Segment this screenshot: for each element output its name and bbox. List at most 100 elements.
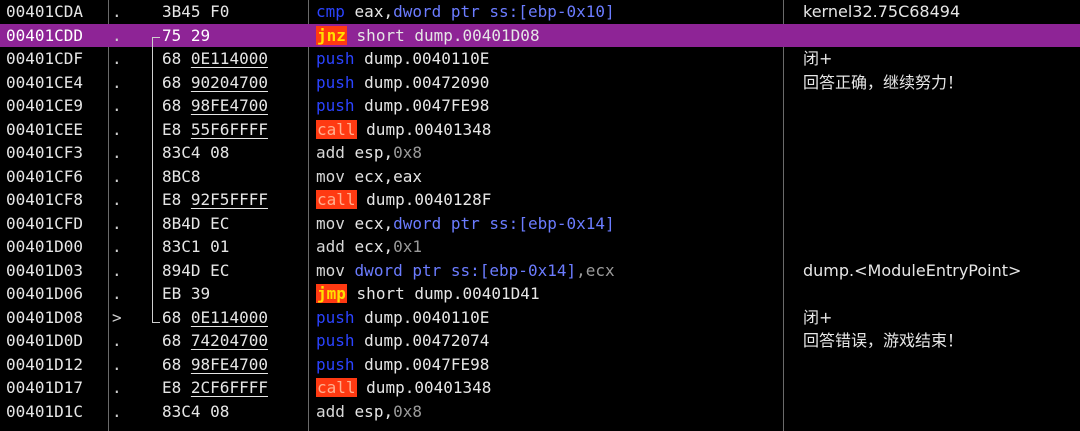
instruction: mov dword ptr ss:[ebp-0x14],ecx <box>316 259 786 283</box>
opcode-byte-group: 68 <box>162 331 191 350</box>
comment <box>803 188 1073 212</box>
opcode-byte-group: 68 <box>162 72 191 92</box>
comment <box>803 24 1073 48</box>
address: 00401CF6 <box>6 166 84 186</box>
operand: dump.0047FE98 <box>364 96 490 115</box>
instruction: push dump.00472090 <box>316 71 786 95</box>
disasm-row[interactable]: 00401CEE. E8 55F6FFFF call dump.00401348 <box>0 118 1080 142</box>
opcode-bytes: 894D EC <box>162 259 302 283</box>
operand: esp, <box>354 143 394 162</box>
instruction: push dump.0040110E <box>316 47 786 71</box>
instruction: call dump.00401348 <box>316 376 786 400</box>
opcode-bytes: 8BC8 <box>162 165 302 189</box>
disasm-row[interactable]: 00401CE4. 68 90204700 push dump.00472090 回答… <box>0 71 1080 95</box>
operand: 0x8 <box>393 401 422 421</box>
mnemonic: add <box>316 401 345 421</box>
disasm-row[interactable]: 00401D06. EB 39 jmp short dump.00401D41 <box>0 282 1080 306</box>
operand: 0x8 <box>393 143 422 162</box>
instruction: mov ecx,eax <box>316 165 786 189</box>
operand: dword ptr ss:[ebp-0x14] <box>393 213 615 233</box>
disasm-row[interactable]: 00401D03. 894D EC mov dword ptr ss:[ebp-0x… <box>0 259 1080 283</box>
comment: 回答错误，游戏结束！ <box>803 331 964 350</box>
disasm-row[interactable]: 00401CF8. E8 92F5FFFF call dump.0040128F <box>0 188 1080 212</box>
comment <box>803 353 1073 377</box>
address: 00401CDA <box>6 2 84 21</box>
instruction: push dump.0040110E <box>316 306 786 330</box>
mnemonic: add <box>316 143 345 162</box>
comment: 回答正确，继续努力！ <box>803 72 964 92</box>
instruction: cmp eax,dword ptr ss:[ebp-0x10] <box>316 0 786 24</box>
disasm-row[interactable]: 00401CF6. 8BC8 mov ecx,eax <box>0 165 1080 189</box>
opcode-bytes: E8 2CF6FFFF <box>162 376 302 400</box>
operand: ecx, <box>354 213 394 233</box>
opcode-bytes: 68 0E114000 <box>162 47 302 71</box>
opcode-bytes: 75 29 <box>162 24 302 48</box>
gutter-mark: . <box>112 260 122 280</box>
operand: 0x1 <box>393 237 422 256</box>
disasm-row[interactable]: 00401D08 >68 0E114000 push dump.0040110E 闭+ <box>0 306 1080 330</box>
instruction: add esp,0x8 <box>316 141 786 165</box>
disasm-row[interactable]: 00401D0D. 68 74204700 push dump.00472074 回答… <box>0 329 1080 353</box>
mnemonic: jnz <box>316 25 347 45</box>
gutter-mark: . <box>112 119 122 139</box>
mnemonic: add <box>316 237 345 256</box>
gutter-mark: > <box>112 307 122 327</box>
opcode-bytes: E8 92F5FFFF <box>162 188 302 212</box>
address: 00401D00 <box>6 237 84 256</box>
disasm-row[interactable]: 00401CDF. 68 0E114000 push dump.0040110E 闭+ <box>0 47 1080 71</box>
disasm-row[interactable]: 00401D17. E8 2CF6FFFF call dump.00401348 <box>0 376 1080 400</box>
instruction: jmp short dump.00401D41 <box>316 282 786 306</box>
disasm-row[interactable]: 00401CF3. 83C4 08 add esp,0x8 <box>0 141 1080 165</box>
mnemonic: push <box>316 331 355 350</box>
opcode-byte-group: 83C4 08 <box>162 143 230 162</box>
mnemonic: push <box>316 307 355 327</box>
operand: dump.0047FE98 <box>364 354 490 374</box>
opcode-byte-group: 0E114000 <box>190 307 268 327</box>
disasm-row[interactable]: 00401D12. 68 98FE4700 push dump.0047FE98 <box>0 353 1080 377</box>
mnemonic: jmp <box>316 284 347 303</box>
gutter-mark: . <box>112 354 122 374</box>
opcode-byte-group: 68 <box>162 354 191 374</box>
gutter-mark: . <box>112 378 122 397</box>
disasm-row[interactable]: 00401CE9. 68 98FE4700 push dump.0047FE98 <box>0 94 1080 118</box>
disasm-row[interactable]: 00401CFD. 8B4D EC mov ecx,dword ptr ss:[eb… <box>0 212 1080 236</box>
mnemonic: mov <box>316 166 345 186</box>
opcode-byte-group: 75 29 <box>162 25 211 45</box>
gutter-mark: . <box>112 166 122 186</box>
opcode-bytes: EB 39 <box>162 282 302 306</box>
disasm-row[interactable]: 00401CDD. 75 29 jnz short dump.00401D08 <box>0 23 1080 48</box>
opcode-byte-group: 68 <box>162 49 191 68</box>
gutter-mark: . <box>112 331 122 350</box>
opcode-bytes: 68 0E114000 <box>162 306 302 330</box>
gutter-mark: . <box>112 190 122 209</box>
opcode-byte-group: 68 <box>162 96 191 115</box>
instruction: call dump.00401348 <box>316 118 786 142</box>
opcode-byte-group: F0 <box>200 2 230 21</box>
opcode-byte-group: 98FE4700 <box>190 354 268 374</box>
address: 00401CE4 <box>6 72 84 92</box>
disassembly-pane[interactable]: 00401CDA. 3B45 F0 cmp eax,dword ptr ss:[eb… <box>0 0 1080 431</box>
comment <box>803 212 1073 236</box>
comment: dump.<ModuleEntryPoint> <box>803 260 1022 280</box>
operand: dword ptr ss:[ebp-0x14] <box>354 260 577 280</box>
operand: ecx, <box>354 237 394 256</box>
jump-arrow-end <box>152 322 160 323</box>
opcode-byte-group: 68 <box>162 307 191 327</box>
opcode-bytes: 83C1 01 <box>162 235 302 259</box>
disasm-row[interactable]: 00401D1C. 83C4 08 add esp,0x8 <box>0 400 1080 424</box>
gutter-mark: . <box>112 49 122 68</box>
instruction: push dump.0047FE98 <box>316 353 786 377</box>
address: 00401CE9 <box>6 96 84 115</box>
disasm-row[interactable]: 00401CDA. 3B45 F0 cmp eax,dword ptr ss:[eb… <box>0 0 1080 24</box>
jump-arrow-start <box>152 37 160 38</box>
gutter-mark: . <box>112 143 122 162</box>
disasm-row[interactable]: 00401D00. 83C1 01 add ecx,0x1 <box>0 235 1080 259</box>
mnemonic: call <box>316 378 357 397</box>
operand: dump.0040110E <box>364 49 490 68</box>
opcode-bytes: 68 98FE4700 <box>162 353 302 377</box>
address: 00401D17 <box>6 378 84 397</box>
instruction: add esp,0x8 <box>316 400 786 424</box>
opcode-byte-group: 98FE4700 <box>190 96 268 115</box>
operand: esp, <box>354 401 394 421</box>
comment <box>803 141 1073 165</box>
